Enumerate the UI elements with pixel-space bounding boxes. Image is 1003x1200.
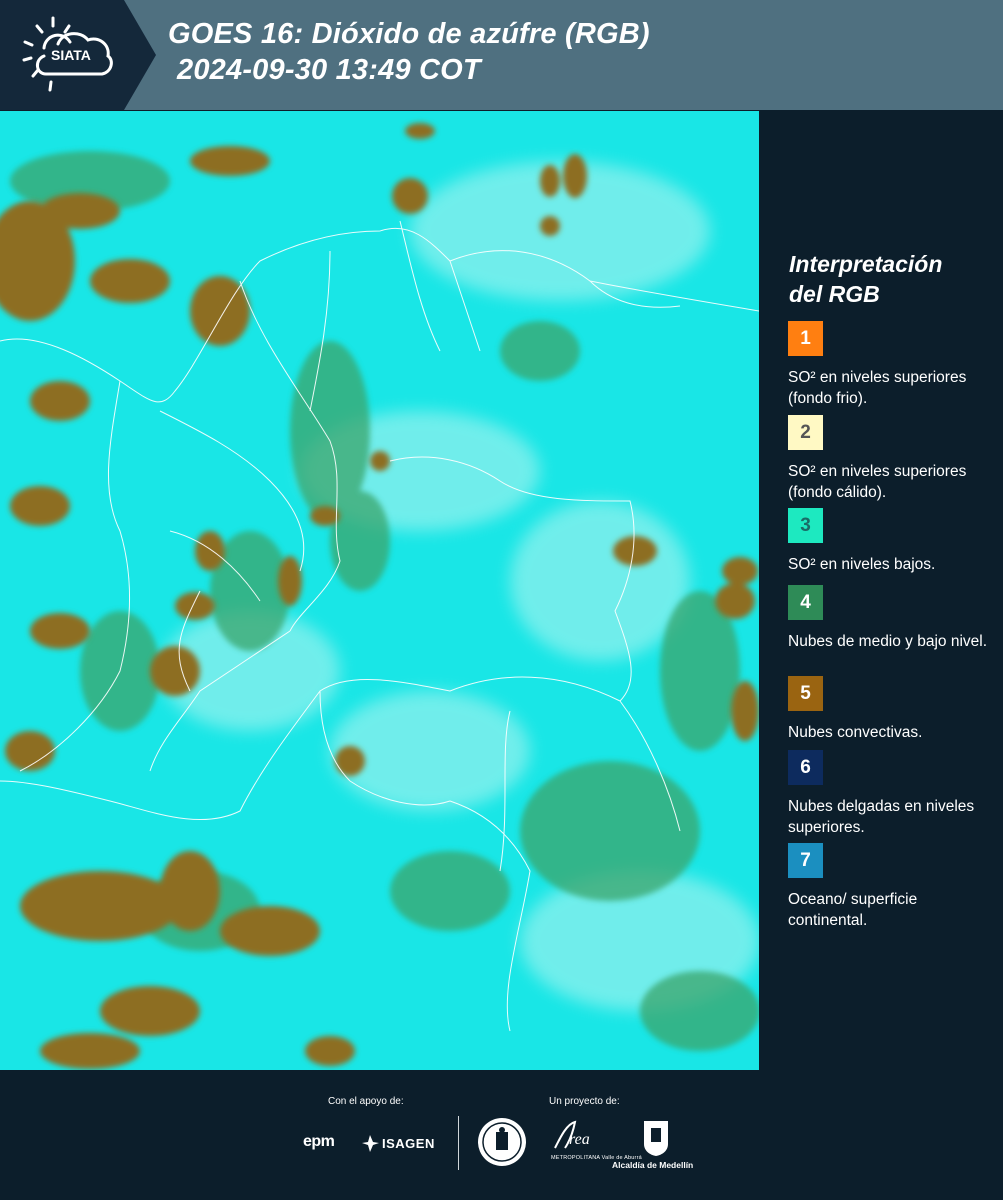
area-metropolitana-logo[interactable]: rea — [551, 1118, 599, 1154]
legend-swatch-3: 3 — [788, 508, 823, 543]
isagen-icon — [362, 1135, 379, 1152]
legend-label-4: Nubes de medio y bajo nivel. — [788, 633, 988, 650]
legend-label-1: SO² en niveles superiores (fondo frio). — [788, 369, 967, 407]
legend-title-line-2: del RGB — [789, 281, 880, 307]
page-title: GOES 16: Dióxido de azúfre (RGB) 2024-09… — [168, 16, 650, 88]
legend-swatch-4: 4 — [788, 585, 823, 620]
title-line-2: 2024-09-30 13:49 COT — [177, 54, 481, 86]
legend-swatch-2: 2 — [788, 415, 823, 450]
epm-logo[interactable]: epm — [303, 1133, 335, 1151]
satellite-image — [0, 111, 759, 1070]
logo-text: SIATA — [51, 47, 91, 63]
footer-divider — [458, 1116, 459, 1170]
footer: Con el apoyo de: Un proyecto de: epm ISA… — [0, 1070, 1003, 1200]
alcaldia-text: Alcaldía de Medellín — [612, 1160, 694, 1170]
legend-label-7: Oceano/ superficie continental. — [788, 891, 918, 929]
legend-label-2: SO² en niveles superiores (fondo cálido)… — [788, 463, 967, 501]
project-label: Un proyecto de: — [549, 1096, 620, 1107]
support-label: Con el apoyo de: — [328, 1096, 404, 1107]
medellin-seal-icon[interactable] — [476, 1116, 528, 1168]
logo-background: SIATA — [0, 0, 156, 110]
legend-item-4: 4 Nubes de medio y bajo nivel. — [788, 585, 988, 652]
legend-label-3: SO² en niveles bajos. — [788, 556, 936, 573]
legend-swatch-7: 7 — [788, 843, 823, 878]
legend-title: Interpretación del RGB — [789, 249, 989, 309]
legend-title-line-1: Interpretación — [789, 251, 943, 277]
legend-item-5: 5 Nubes convectivas. — [788, 676, 988, 743]
legend-panel: Interpretación del RGB 1 SO² en niveles … — [760, 111, 1003, 1070]
alcaldia-shield-icon[interactable] — [641, 1118, 671, 1158]
legend-label-6: Nubes delgadas en niveles superiores. — [788, 798, 975, 836]
title-line-1: GOES 16: Dióxido de azúfre (RGB) — [168, 18, 650, 50]
legend-item-7: 7 Oceano/ superficie continental. — [788, 843, 988, 931]
legend-swatch-1: 1 — [788, 321, 823, 356]
legend-label-5: Nubes convectivas. — [788, 724, 923, 741]
legend-item-2: 2 SO² en niveles superiores (fondo cálid… — [788, 415, 988, 503]
header-bar: SIATA GOES 16: Dióxido de azúfre (RGB) 2… — [0, 0, 1003, 110]
siata-logo[interactable]: SIATA — [0, 0, 156, 110]
legend-item-1: 1 SO² en niveles superiores (fondo frio)… — [788, 321, 988, 409]
svg-text:rea: rea — [569, 1131, 590, 1148]
isagen-logo[interactable]: ISAGEN — [382, 1136, 435, 1151]
legend-item-3: 3 SO² en niveles bajos. — [788, 508, 988, 575]
legend-item-6: 6 Nubes delgadas en niveles superiores. — [788, 750, 988, 838]
legend-swatch-6: 6 — [788, 750, 823, 785]
legend-swatch-5: 5 — [788, 676, 823, 711]
satellite-map[interactable] — [0, 111, 759, 1070]
